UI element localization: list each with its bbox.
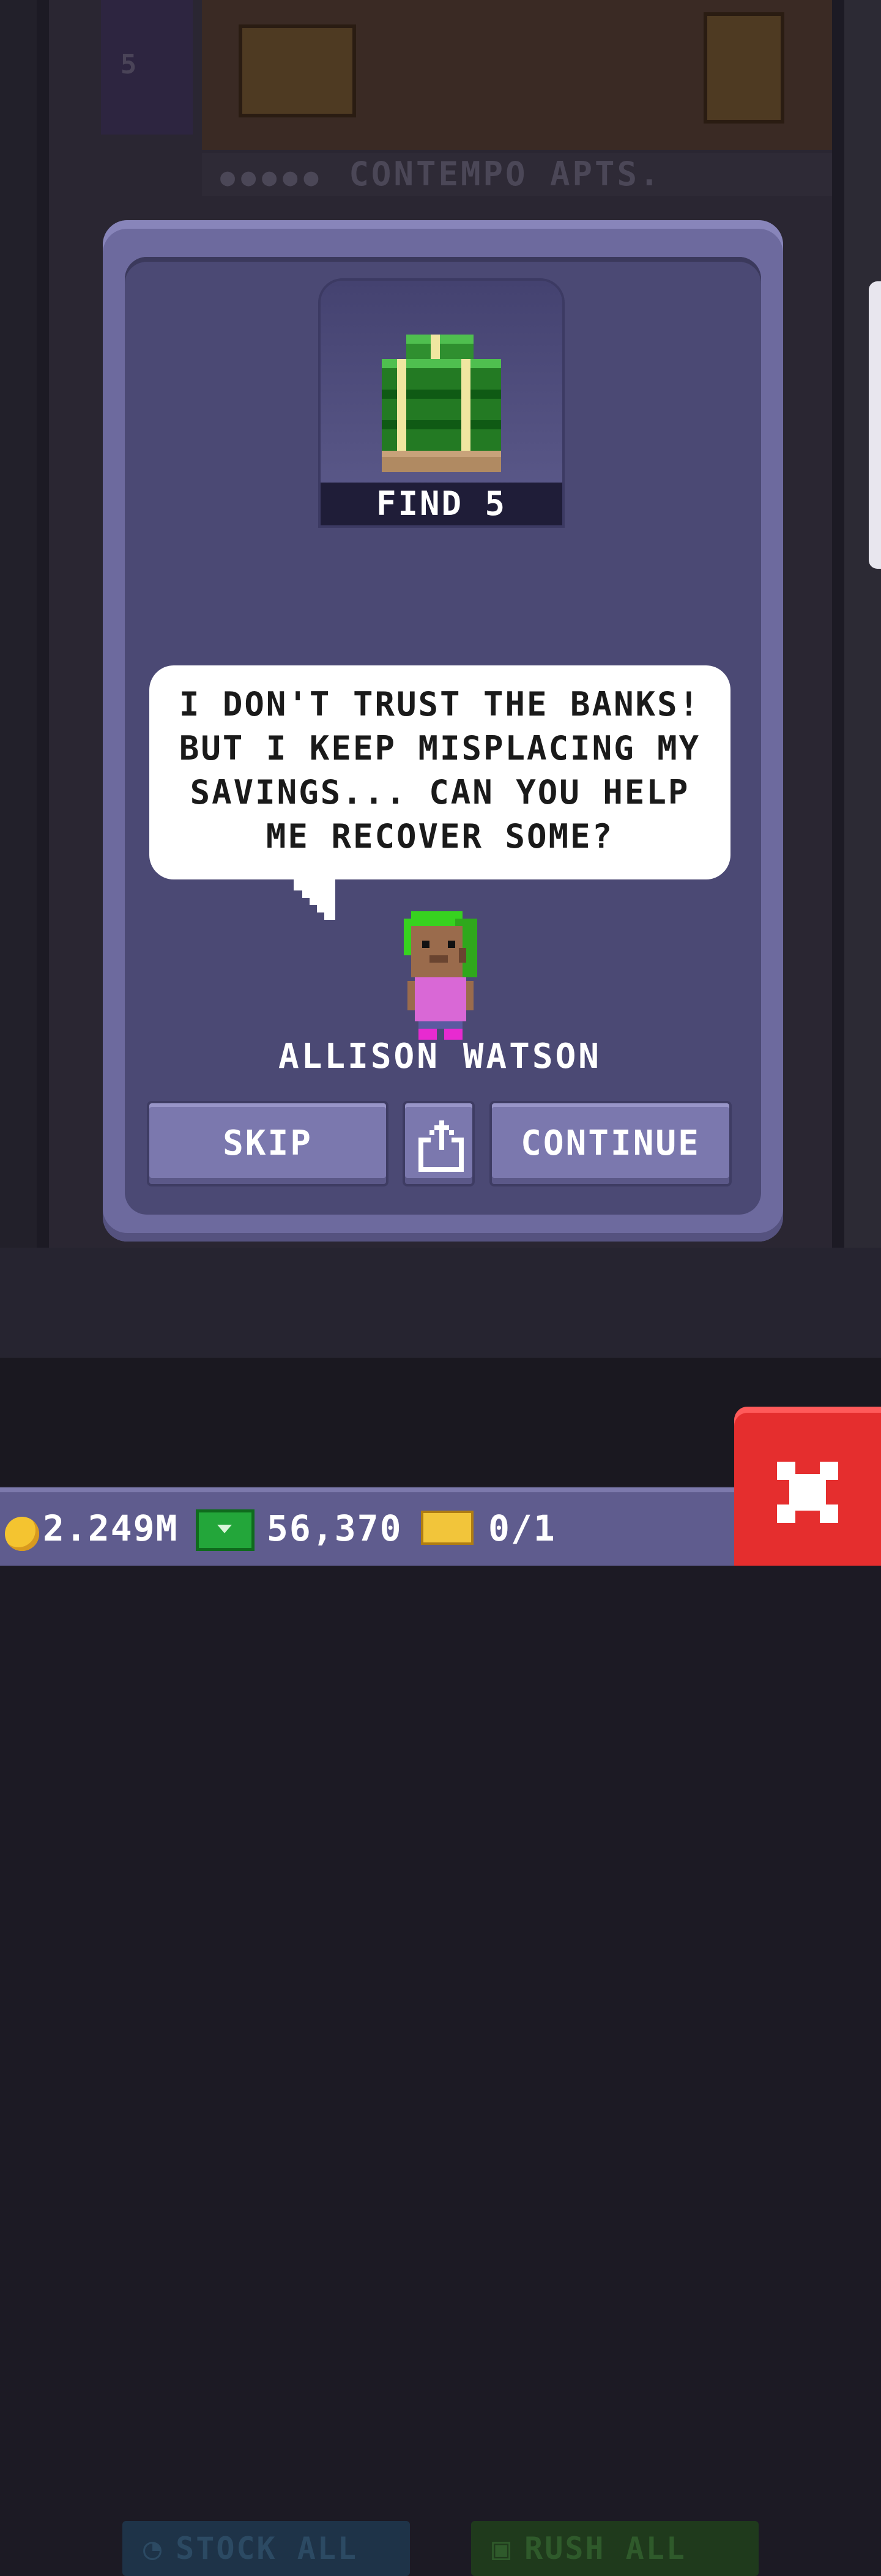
continue-button[interactable]: CONTINUE: [489, 1101, 732, 1186]
speech-bubble: I DON'T TRUST THE BANKS! BUT I KEEP MISP…: [149, 665, 730, 879]
rush-all-button[interactable]: ▣ RUSH ALL: [471, 2521, 759, 2576]
close-icon: [777, 1462, 838, 1523]
tickets-value: 0/1: [488, 1508, 556, 1549]
room-window: [704, 12, 784, 124]
stock-all-label: STOCK ALL: [176, 2531, 359, 2566]
skip-button[interactable]: SKIP: [147, 1101, 388, 1186]
floor-number: 5: [120, 49, 137, 80]
character-avatar: [404, 911, 477, 1040]
floor-action-bar: ◔ STOCK ALL ▣ RUSH ALL: [0, 1248, 881, 2576]
floor-top-room: [202, 0, 832, 150]
room-window: [239, 24, 356, 117]
stock-all-button[interactable]: ◔ STOCK ALL: [122, 2521, 410, 2576]
bux-value: 56,370: [267, 1508, 403, 1549]
bux-icon-small: ▣: [492, 2531, 513, 2566]
floor-name: CONTEMPO APTS.: [349, 155, 662, 193]
coins-value: 2.249M: [43, 1508, 179, 1549]
right-edge: [844, 0, 881, 1248]
close-button[interactable]: [734, 1407, 881, 1566]
floor-name-sign[interactable]: ●●●●● CONTEMPO APTS.: [202, 153, 832, 196]
rush-all-label: RUSH ALL: [524, 2531, 686, 2566]
speech-bubble-tail: [294, 876, 335, 920]
cash-stack-icon: [382, 335, 501, 472]
side-pull-tab[interactable]: [869, 281, 881, 569]
mission-goal-label: FIND 5: [321, 483, 562, 525]
coin-icon: [5, 1517, 39, 1551]
clock-icon: ◔: [143, 2531, 164, 2566]
golden-ticket-icon: [421, 1511, 474, 1545]
floor-residents-dots: ●●●●●: [220, 163, 325, 191]
mission-description: I DON'T TRUST THE BANKS! BUT I KEEP MISP…: [179, 685, 701, 856]
share-button[interactable]: [403, 1101, 475, 1186]
share-icon: [418, 1120, 464, 1172]
currency-bar: 2.249M 56,370 0/1: [0, 1487, 734, 1566]
character-name: ALLISON WATSON: [278, 1037, 601, 1076]
bux-icon: [196, 1509, 255, 1551]
left-edge: [0, 0, 37, 1248]
mission-goal-card: FIND 5: [318, 278, 565, 528]
